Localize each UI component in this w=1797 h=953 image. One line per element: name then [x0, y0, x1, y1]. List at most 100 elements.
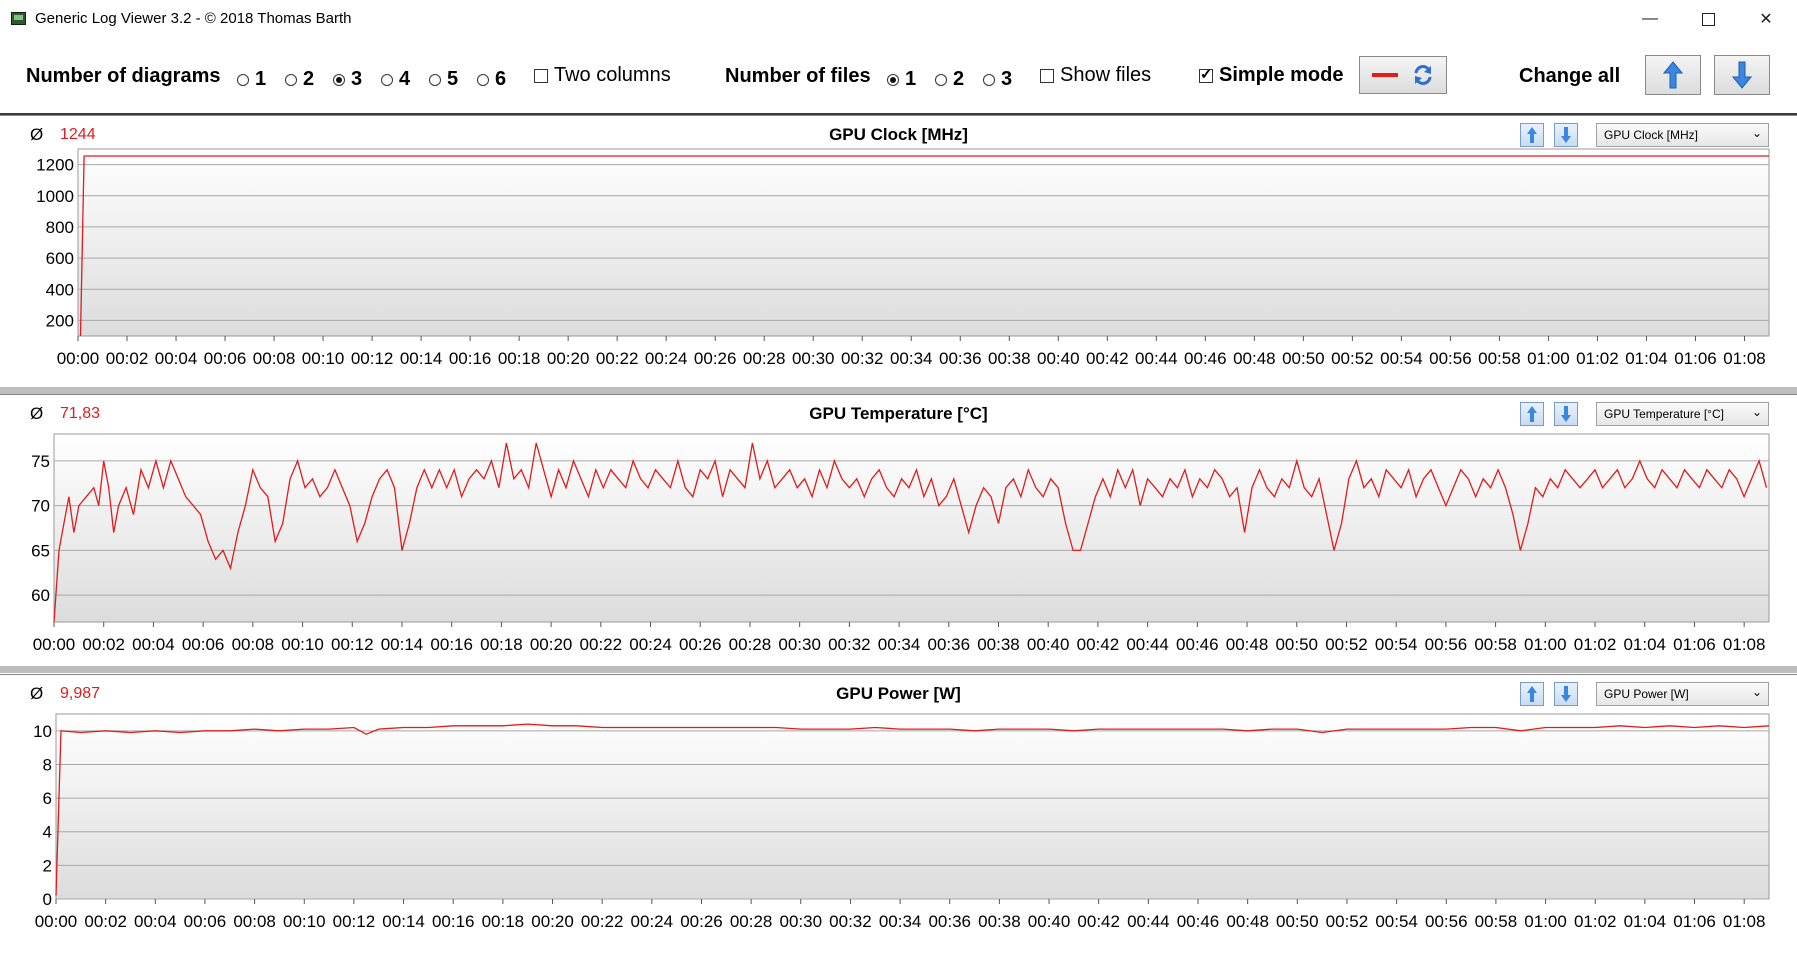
x-tick-label: 00:22	[581, 912, 624, 931]
channel-select-value: GPU Power [W]	[1604, 687, 1689, 701]
x-tick-label: 00:30	[780, 912, 823, 931]
x-tick-label: 00:20	[547, 349, 590, 368]
files-radio-3[interactable]: 3	[983, 68, 1012, 91]
diagrams-radio-5[interactable]: 5	[429, 68, 458, 91]
x-tick-label: 00:18	[498, 349, 541, 368]
x-tick-label: 00:28	[743, 349, 786, 368]
channel-select-value: GPU Temperature [°C]	[1604, 407, 1724, 421]
x-tick-label: 00:16	[430, 635, 473, 654]
two-columns-label: Two columns	[554, 64, 671, 86]
checkbox-box[interactable]	[534, 68, 548, 83]
show-files-checkbox[interactable]: Show files	[1040, 64, 1151, 87]
checkbox-box-checked[interactable]	[1199, 65, 1213, 83]
x-tick-label: 00:58	[1475, 912, 1518, 931]
radio-dot[interactable]	[333, 73, 345, 86]
diagrams-radio-1[interactable]: 1	[237, 68, 266, 91]
x-tick-label: 00:30	[778, 635, 821, 654]
radio-dot[interactable]	[285, 73, 297, 86]
panel-divider[interactable]	[0, 387, 1797, 394]
x-tick-label: 01:00	[1524, 912, 1567, 931]
checkbox-box[interactable]	[1040, 68, 1054, 83]
x-tick-label: 00:54	[1375, 912, 1418, 931]
panel-divider[interactable]	[0, 666, 1797, 673]
arrow-down-icon	[1561, 686, 1571, 702]
diagrams-label: Number of diagrams	[26, 65, 221, 87]
radio-dot[interactable]	[237, 73, 249, 86]
channel-select[interactable]: GPU Temperature [°C] ⌄	[1596, 402, 1769, 426]
x-tick-label: 00:02	[82, 635, 125, 654]
x-tick-label: 00:34	[878, 635, 921, 654]
x-tick-label: 00:04	[134, 912, 177, 931]
simple-mode-checkbox[interactable]: Simple mode	[1199, 64, 1343, 87]
x-tick-label: 00:36	[928, 912, 971, 931]
maximize-button[interactable]	[1679, 0, 1737, 38]
x-tick-label: 00:10	[302, 349, 345, 368]
y-tick-label: 70	[31, 497, 50, 516]
x-tick-label: 01:04	[1625, 349, 1668, 368]
maximize-icon	[1701, 12, 1715, 26]
radio-label: 1	[255, 68, 267, 90]
x-tick-label: 00:32	[841, 349, 884, 368]
x-tick-label: 00:46	[1184, 349, 1227, 368]
close-button[interactable]: ✕	[1737, 0, 1795, 38]
move-down-button[interactable]	[1554, 402, 1578, 426]
x-tick-label: 00:00	[35, 912, 78, 931]
radio-dot[interactable]	[477, 73, 489, 86]
x-tick-label: 00:46	[1176, 635, 1219, 654]
radio-label: 4	[399, 68, 411, 90]
chart-svg: 200 400 600 800 1000 1200 00:00 00:02 00:04 00:06…	[36, 148, 1770, 368]
minimize-button[interactable]: —	[1621, 0, 1679, 38]
x-tick-label: 00:10	[281, 635, 324, 654]
x-tick-label: 00:56	[1425, 912, 1468, 931]
move-down-button[interactable]	[1554, 682, 1578, 706]
radio-dot[interactable]	[381, 73, 393, 86]
radio-label: 2	[303, 68, 315, 90]
radio-dot[interactable]	[983, 73, 995, 86]
diagrams-radio-6[interactable]: 6	[477, 68, 506, 91]
radio-dot[interactable]	[887, 73, 899, 86]
channel-select[interactable]: GPU Clock [MHz] ⌄	[1596, 123, 1769, 147]
x-tick-label: 00:58	[1478, 349, 1521, 368]
x-tick-label: 00:00	[33, 635, 76, 654]
chevron-down-icon: ⌄	[1751, 126, 1762, 140]
x-tick-label: 00:12	[333, 912, 376, 931]
move-up-button[interactable]	[1520, 123, 1544, 147]
x-tick-label: 00:26	[694, 349, 737, 368]
app-icon	[11, 12, 26, 25]
two-columns-checkbox[interactable]: Two columns	[534, 64, 671, 87]
move-down-all-button[interactable]	[1714, 55, 1770, 95]
diagrams-radio-4[interactable]: 4	[381, 68, 410, 91]
x-tick-label: 00:52	[1326, 912, 1369, 931]
x-tick-label: 00:52	[1331, 349, 1374, 368]
x-tick-label: 00:18	[482, 912, 525, 931]
x-tick-label: 01:02	[1576, 349, 1619, 368]
radio-dot[interactable]	[429, 73, 441, 86]
y-tick-label: 6	[43, 789, 52, 808]
files-radio-2[interactable]: 2	[935, 68, 964, 91]
files-radio-1[interactable]: 1	[887, 68, 916, 91]
diagrams-radio-2[interactable]: 2	[285, 68, 314, 91]
x-tick-label: 01:06	[1673, 635, 1716, 654]
y-tick-label: 2	[43, 856, 52, 875]
chart-panel: 0 2 4 6 8 10 00:00 00:02 00:04 00:06 00:08 00:10 00:…	[0, 674, 1797, 953]
diagrams-radio-3[interactable]: 3	[333, 68, 362, 91]
line-color-button[interactable]	[1359, 56, 1447, 94]
refresh-icon	[1414, 65, 1432, 85]
channel-select[interactable]: GPU Power [W] ⌄	[1596, 682, 1769, 706]
x-tick-label: 00:14	[382, 912, 425, 931]
move-down-button[interactable]	[1554, 123, 1578, 147]
x-tick-label: 00:06	[184, 912, 227, 931]
chart-panel: 60 65 70 75 00:00 00:02 00:04 00:06 00:08 00:10 00…	[0, 394, 1797, 669]
x-tick-label: 00:12	[331, 635, 374, 654]
x-tick-label: 00:16	[449, 349, 492, 368]
arrow-up-icon	[1527, 406, 1537, 422]
x-tick-label: 00:20	[530, 635, 573, 654]
toolbar: Number of diagrams 1 2 3 4 5 6 Two columns Nu…	[0, 38, 1797, 114]
x-tick-label: 00:42	[1077, 912, 1120, 931]
x-tick-label: 00:10	[283, 912, 326, 931]
x-tick-label: 00:40	[1037, 349, 1080, 368]
move-up-button[interactable]	[1520, 402, 1544, 426]
move-up-button[interactable]	[1520, 682, 1544, 706]
move-up-all-button[interactable]	[1645, 55, 1701, 95]
radio-dot[interactable]	[935, 73, 947, 86]
